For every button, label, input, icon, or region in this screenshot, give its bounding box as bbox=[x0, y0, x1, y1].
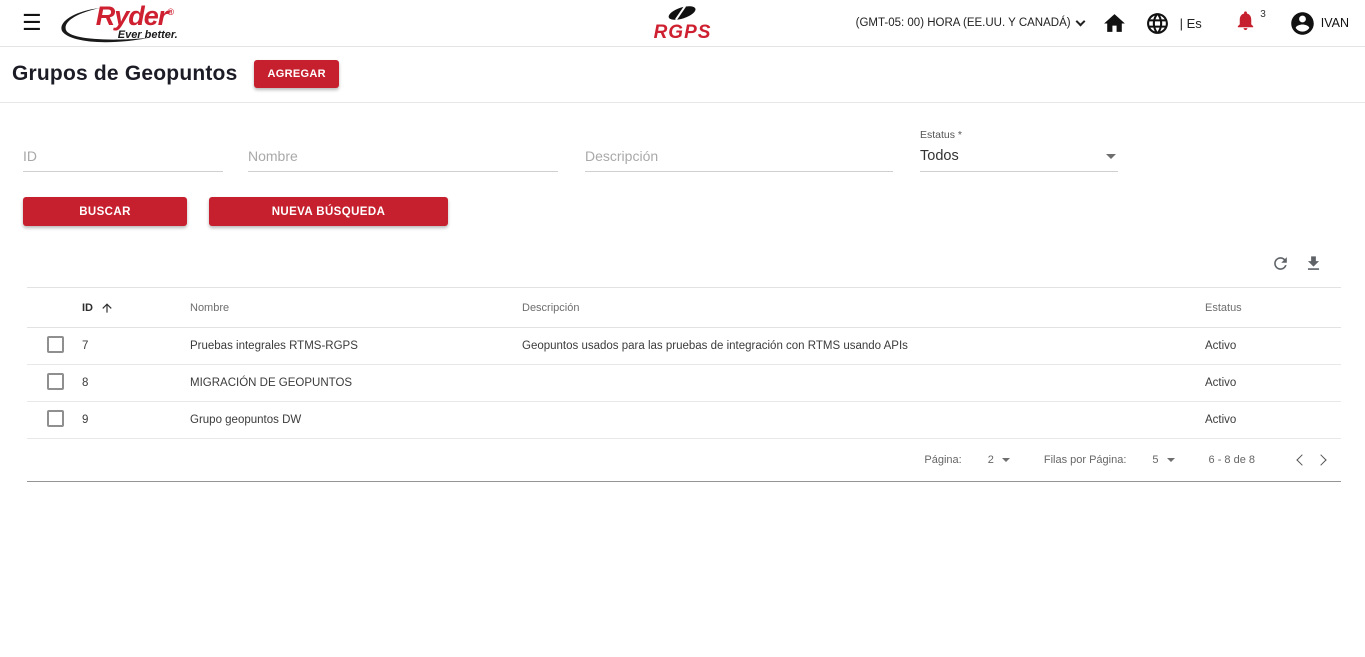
rows-per-page-value: 5 bbox=[1152, 454, 1159, 466]
filters-section: Estatus * Todos BUSCAR NUEVA BÚSQUEDA bbox=[0, 103, 1365, 226]
estatus-select[interactable]: Estatus * Todos bbox=[920, 129, 1118, 172]
table-row: 8 MIGRACIÓN DE GEOPUNTOS Activo bbox=[27, 365, 1341, 402]
previous-page-button[interactable] bbox=[1289, 454, 1315, 466]
row-checkbox[interactable] bbox=[47, 410, 64, 427]
rows-per-page-label: Filas por Página: bbox=[1043, 454, 1127, 466]
registered-mark: ® bbox=[167, 7, 174, 17]
username-label: IVAN bbox=[1320, 16, 1349, 30]
page-title: Grupos de Geopuntos bbox=[12, 62, 238, 85]
bell-icon bbox=[1237, 11, 1253, 31]
nombre-input[interactable] bbox=[248, 143, 558, 172]
language-label[interactable]: | Es bbox=[1180, 16, 1202, 31]
sort-arrow-up-icon bbox=[102, 302, 112, 313]
table-row: 7 Pruebas integrales RTMS-RGPS Geopuntos… bbox=[27, 328, 1341, 365]
table-actions bbox=[27, 244, 1341, 287]
cell-estatus: Activo bbox=[1205, 414, 1237, 426]
home-icon bbox=[1103, 13, 1125, 32]
id-input[interactable] bbox=[23, 143, 223, 172]
ryder-tagline: Ever better. bbox=[117, 29, 178, 41]
topbar: ☰ Ryder® Ever better. RGPS (GMT-05: 00) … bbox=[0, 0, 1365, 47]
table-row: 9 Grupo geopuntos DW Activo bbox=[27, 402, 1341, 439]
column-header-estatus[interactable]: Estatus bbox=[1205, 302, 1341, 314]
dropdown-caret-icon bbox=[1001, 458, 1010, 462]
timezone-label: (GMT-05: 00) HORA (EE.UU. Y CANADÁ) bbox=[855, 17, 1071, 29]
pagination-range: 6 - 8 de 8 bbox=[1208, 454, 1255, 466]
refresh-button[interactable] bbox=[1271, 254, 1290, 273]
download-icon bbox=[1307, 256, 1320, 270]
topbar-right: (GMT-05: 00) HORA (EE.UU. Y CANADÁ) | Es… bbox=[856, 9, 1349, 37]
column-header-id[interactable]: ID bbox=[82, 301, 190, 315]
rgps-app-name: RGPS bbox=[653, 22, 712, 43]
estatus-select-box[interactable]: Todos bbox=[920, 146, 1118, 172]
cell-nombre: Pruebas integrales RTMS-RGPS bbox=[190, 340, 358, 352]
results-card: ID Nombre Descripción Estatus 7 Pruebas … bbox=[27, 244, 1341, 482]
rows-per-page-select[interactable]: 5 bbox=[1152, 454, 1175, 466]
chevron-right-icon bbox=[1315, 454, 1327, 466]
ryder-brand-name: Ryder® bbox=[95, 1, 174, 31]
filter-buttons-row: BUSCAR NUEVA BÚSQUEDA bbox=[23, 197, 1365, 226]
cell-descripcion: Geopuntos usados para las pruebas de int… bbox=[522, 340, 908, 352]
dropdown-caret-icon bbox=[1106, 153, 1116, 159]
cell-id: 7 bbox=[82, 340, 89, 352]
column-header-nombre[interactable]: Nombre bbox=[190, 302, 522, 314]
globe-icon bbox=[1146, 12, 1168, 34]
table-body: 7 Pruebas integrales RTMS-RGPS Geopuntos… bbox=[27, 328, 1341, 439]
avatar-icon bbox=[1291, 11, 1314, 35]
filter-fields-row: Estatus * Todos bbox=[23, 129, 1365, 172]
timezone-selector[interactable]: (GMT-05: 00) HORA (EE.UU. Y CANADÁ) bbox=[855, 16, 1086, 29]
menu-hamburger-icon[interactable]: ☰ bbox=[22, 12, 42, 34]
nueva-busqueda-button[interactable]: NUEVA BÚSQUEDA bbox=[209, 197, 448, 226]
column-header-descripcion[interactable]: Descripción bbox=[522, 302, 1205, 314]
table-header-row: ID Nombre Descripción Estatus bbox=[27, 287, 1341, 328]
cell-nombre: Grupo geopuntos DW bbox=[190, 414, 302, 426]
dropdown-caret-icon bbox=[1166, 458, 1175, 462]
chevron-down-icon bbox=[1075, 16, 1086, 26]
home-button[interactable] bbox=[1102, 11, 1127, 36]
add-button[interactable]: AGREGAR bbox=[254, 60, 339, 88]
cell-id: 8 bbox=[82, 377, 89, 389]
estatus-value: Todos bbox=[920, 148, 959, 164]
notifications-badge: 3 bbox=[1260, 9, 1266, 20]
ryder-logo[interactable]: Ryder® Ever better. bbox=[60, 3, 212, 45]
rgps-logo[interactable]: RGPS bbox=[654, 4, 712, 42]
refresh-icon bbox=[1274, 257, 1287, 270]
row-checkbox[interactable] bbox=[47, 373, 64, 390]
download-button[interactable] bbox=[1304, 254, 1323, 273]
page-value: 2 bbox=[987, 454, 994, 466]
buscar-button[interactable]: BUSCAR bbox=[23, 197, 187, 226]
row-checkbox[interactable] bbox=[47, 336, 64, 353]
user-menu[interactable]: IVAN bbox=[1289, 10, 1349, 37]
cell-estatus: Activo bbox=[1205, 340, 1237, 352]
pagination-row: Página: 2 Filas por Página: 5 6 - 8 de 8 bbox=[27, 439, 1341, 482]
notifications-button[interactable]: 3 bbox=[1234, 9, 1266, 37]
page-select[interactable]: 2 bbox=[988, 454, 1010, 466]
cell-id: 9 bbox=[82, 414, 89, 426]
next-page-button[interactable] bbox=[1315, 454, 1341, 466]
title-row: Grupos de Geopuntos AGREGAR bbox=[0, 47, 1365, 103]
descripcion-input[interactable] bbox=[585, 143, 893, 172]
chevron-left-icon bbox=[1296, 454, 1308, 466]
satellite-icon bbox=[669, 5, 696, 21]
cell-estatus: Activo bbox=[1205, 377, 1237, 389]
estatus-label: Estatus * bbox=[920, 129, 963, 141]
cell-nombre: MIGRACIÓN DE GEOPUNTOS bbox=[190, 377, 353, 389]
page-label: Página: bbox=[924, 454, 962, 466]
language-button[interactable] bbox=[1145, 11, 1170, 36]
